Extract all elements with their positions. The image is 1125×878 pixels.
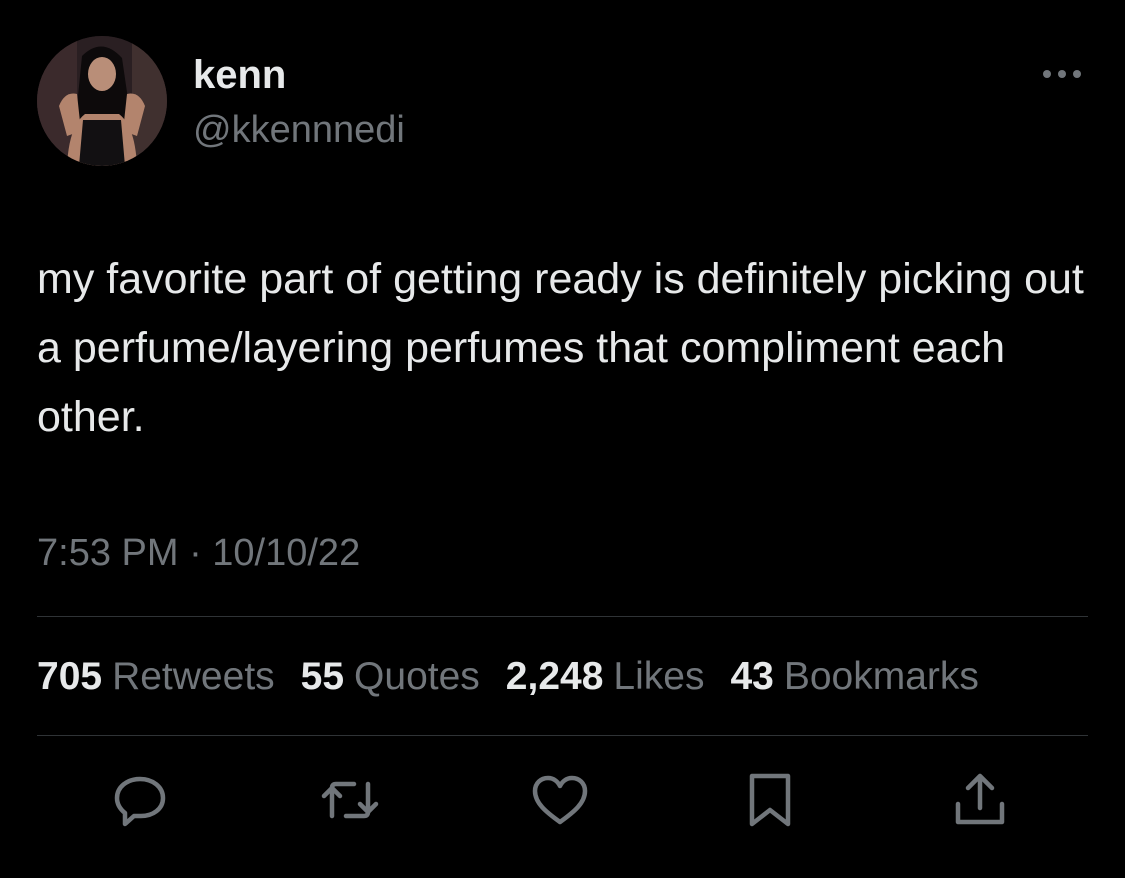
more-options-icon [1043,70,1081,78]
more-options-button[interactable] [1036,60,1088,90]
username-handle[interactable]: @kkennnedi [193,108,405,152]
display-name[interactable]: kenn [193,52,286,98]
tweet-text: my favorite part of getting ready is def… [37,255,1084,441]
quotes-label: Quotes [354,655,480,698]
retweet-icon [321,781,379,819]
engagement-stats: 705 Retweets 55 Quotes 2,248 Likes 43 Bookma… [37,654,979,700]
bookmarks-stat[interactable]: 43 Bookmarks [730,654,978,700]
likes-label: Likes [613,655,705,698]
avatar[interactable] [37,36,167,166]
like-icon [532,775,588,825]
bookmark-button[interactable] [738,768,802,832]
divider [37,616,1088,617]
bookmarks-label: Bookmarks [783,655,979,698]
quotes-stat[interactable]: 55 Quotes [301,654,480,700]
quotes-count: 55 [300,655,345,698]
share-icon [955,773,1005,825]
retweet-button[interactable] [318,768,382,832]
retweets-stat[interactable]: 705 Retweets [37,654,275,700]
retweets-label: Retweets [112,655,275,698]
reply-icon [114,776,166,827]
likes-stat[interactable]: 2,248 Likes [506,654,705,700]
reply-button[interactable] [108,768,172,832]
bookmarks-count: 43 [730,655,774,698]
share-button[interactable] [948,768,1012,832]
bookmark-icon [749,773,791,827]
divider [37,735,1088,736]
tweet-timestamp[interactable]: 7:53 PM · 10/10/22 [37,531,360,575]
retweets-count: 705 [37,655,103,698]
profile-photo [37,36,167,166]
like-button[interactable] [528,768,592,832]
likes-count: 2,248 [505,655,604,698]
